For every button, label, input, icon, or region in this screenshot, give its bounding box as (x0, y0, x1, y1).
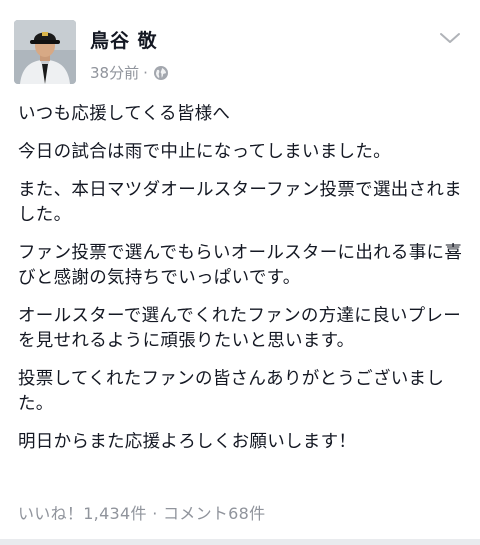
post-content: いつも応援してくる皆様へ 今日の試合は雨で中止になってしまいました。 また、本日… (18, 102, 470, 468)
post-paragraph: 今日の試合は雨で中止になってしまいました。 (18, 142, 391, 162)
meta-separator: · (143, 63, 148, 82)
chevron-down-icon[interactable] (438, 30, 462, 46)
post-stats: いいね！1,434件 · コメント68件 (18, 500, 265, 524)
player-photo-icon (14, 20, 76, 84)
stats-separator: · (152, 504, 158, 523)
post-meta: 38分前 · (90, 62, 168, 83)
post-paragraph: 明日からまた応援よろしくお願いします！ (18, 432, 357, 452)
globe-icon (153, 65, 168, 80)
post-paragraph: オールスターで選んでくれたファンの方達に良いプレーを見せれるように頑張りたいと思… (18, 306, 462, 351)
facebook-post: 鳥谷 敬 38分前 · いつも応援してくる皆様へ 今日の試合は雨で中止になってし… (0, 0, 480, 545)
likes-count[interactable]: いいね！1,434件 (18, 504, 147, 523)
post-header: 鳥谷 敬 38分前 · (14, 20, 466, 86)
post-paragraph: また、本日マツダオールスターファン投票で選出されました。 (18, 180, 462, 225)
post-timestamp[interactable]: 38分前 (90, 62, 139, 83)
post-paragraph: いつも応援してくる皆様へ (18, 104, 231, 124)
avatar[interactable] (14, 20, 76, 84)
post-paragraph: ファン投票で選んでもらいオールスターに出れる事に喜びと感謝の気持ちでいっぱいです… (18, 243, 463, 288)
comments-count[interactable]: コメント68件 (163, 504, 265, 523)
bottom-divider (0, 539, 480, 545)
post-paragraph: 投票してくれたファンの皆さんありがとうございました。 (18, 369, 445, 414)
author-name[interactable]: 鳥谷 敬 (90, 26, 158, 53)
